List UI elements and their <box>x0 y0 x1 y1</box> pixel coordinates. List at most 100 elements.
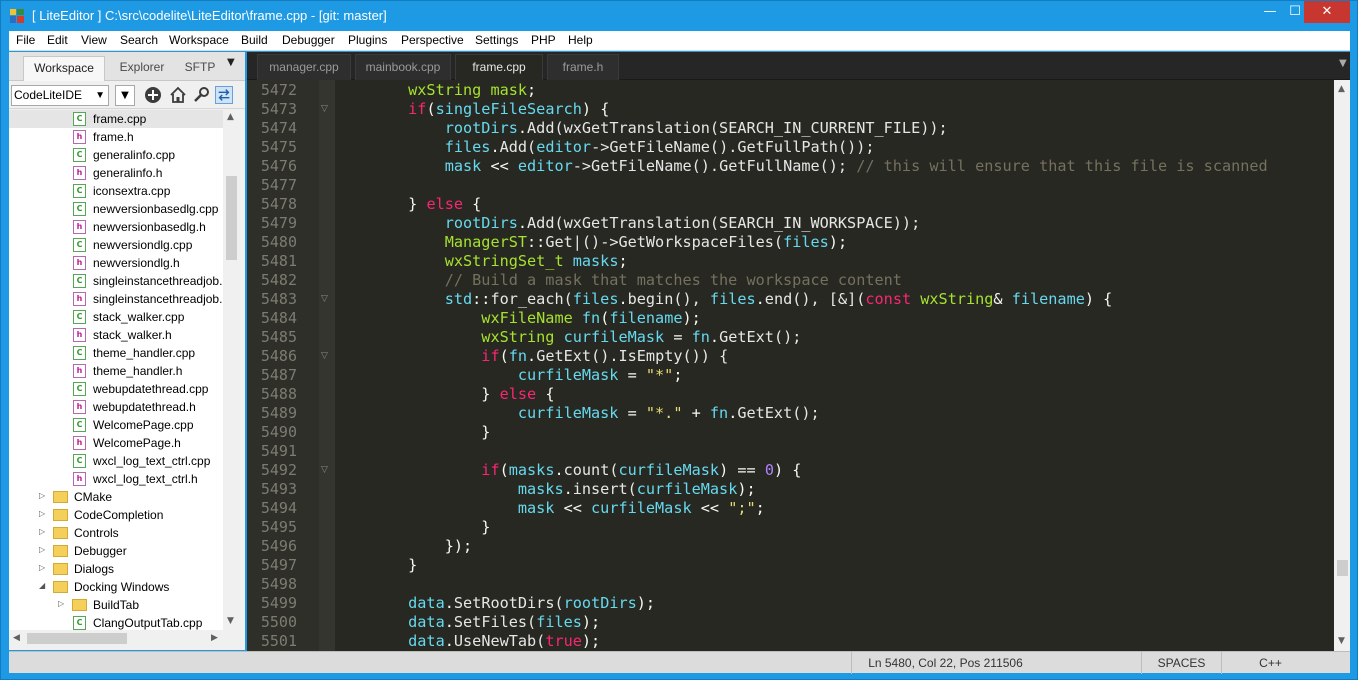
tree-file[interactable]: CClangOutputTab.cpp <box>9 614 223 630</box>
scroll-up-icon[interactable]: ▲ <box>1338 84 1345 94</box>
tree-file[interactable]: Cnewversionbasedlg.cpp <box>9 200 223 218</box>
menu-debugger[interactable]: Debugger <box>282 33 335 47</box>
workspace-menu-dropdown[interactable]: ▼ <box>115 85 135 106</box>
tree-vertical-scrollbar[interactable]: ▲ ▼ <box>223 110 240 630</box>
scroll-left-icon[interactable]: ◀ <box>13 633 20 643</box>
tree-file[interactable]: hsingleinstancethreadjob. <box>9 290 223 308</box>
code-line[interactable]: if(fn.GetExt().IsEmpty()) { <box>335 347 728 365</box>
menu-search[interactable]: Search <box>120 33 158 47</box>
code-line[interactable]: } else { <box>335 195 481 213</box>
chevron-down-icon[interactable]: ▼ <box>1339 58 1347 69</box>
tree-file[interactable]: CWelcomePage.cpp <box>9 416 223 434</box>
tree-file[interactable]: Ctheme_handler.cpp <box>9 344 223 362</box>
code-line[interactable]: data.UseNewTab(true); <box>335 632 600 650</box>
code-line[interactable]: if(masks.count(curfileMask) == 0) { <box>335 461 801 479</box>
add-circle-icon[interactable] <box>144 86 162 104</box>
tree-file[interactable]: Cframe.cpp <box>9 110 223 128</box>
code-line[interactable]: } <box>335 518 490 536</box>
code-line[interactable]: curfileMask = "*"; <box>335 366 682 384</box>
code-line[interactable]: std::for_each(files.begin(), files.end()… <box>335 290 1112 308</box>
tree-folder[interactable]: ◢Docking Windows <box>9 578 223 596</box>
chevron-down-icon[interactable]: ▼ <box>227 57 235 68</box>
status-indent-mode[interactable]: SPACES <box>1141 652 1221 674</box>
tree-file[interactable]: htheme_handler.h <box>9 362 223 380</box>
tree-folder[interactable]: ▷Controls <box>9 524 223 542</box>
tree-file[interactable]: hgeneralinfo.h <box>9 164 223 182</box>
workspace-tree[interactable]: Cframe.cpphframe.hCgeneralinfo.cpphgener… <box>9 110 223 630</box>
menu-perspective[interactable]: Perspective <box>401 33 464 47</box>
wrench-icon[interactable] <box>192 86 210 104</box>
code-editor[interactable]: wxString mask; if(singleFileSearch) { ro… <box>335 80 1334 651</box>
tab-frame-h[interactable]: frame.h <box>547 54 619 80</box>
code-line[interactable]: rootDirs.Add(wxGetTranslation(SEARCH_IN_… <box>335 214 920 232</box>
scroll-up-icon[interactable]: ▲ <box>227 112 234 122</box>
tree-file[interactable]: Cstack_walker.cpp <box>9 308 223 326</box>
collapsed-arrow-icon[interactable]: ▷ <box>39 563 45 572</box>
tree-file[interactable]: hWelcomePage.h <box>9 434 223 452</box>
editor-vertical-scrollbar[interactable]: ▲ ▼ <box>1334 80 1350 651</box>
tab-frame-cpp[interactable]: frame.cpp <box>455 54 543 80</box>
tree-file[interactable]: Cgeneralinfo.cpp <box>9 146 223 164</box>
tab-explorer[interactable]: Explorer <box>109 56 175 81</box>
workspace-project-select[interactable]: CodeLiteIDE ▼ <box>11 85 109 106</box>
tree-folder[interactable]: ▷Debugger <box>9 542 223 560</box>
tree-hscroll-thumb[interactable] <box>27 633 127 644</box>
menu-plugins[interactable]: Plugins <box>348 33 387 47</box>
menu-help[interactable]: Help <box>568 33 593 47</box>
tree-file[interactable]: hwebupdatethread.h <box>9 398 223 416</box>
tree-scroll-thumb[interactable] <box>226 176 237 260</box>
scroll-right-icon[interactable]: ▶ <box>211 633 218 643</box>
tree-file[interactable]: hwxcl_log_text_ctrl.h <box>9 470 223 488</box>
tree-horizontal-scrollbar[interactable]: ◀ ▶ <box>9 630 223 647</box>
menu-php[interactable]: PHP <box>531 33 556 47</box>
collapsed-arrow-icon[interactable]: ▷ <box>39 545 45 554</box>
tree-folder[interactable]: ▷CodeCompletion <box>9 506 223 524</box>
code-line[interactable]: data.SetRootDirs(rootDirs); <box>335 594 655 612</box>
code-line[interactable]: // Build a mask that matches the workspa… <box>335 271 902 289</box>
scroll-down-icon[interactable]: ▼ <box>1338 636 1345 646</box>
collapsed-arrow-icon[interactable]: ▷ <box>39 509 45 518</box>
tree-folder[interactable]: ▷Dialogs <box>9 560 223 578</box>
code-line[interactable]: wxStringSet_t masks; <box>335 252 628 270</box>
menu-workspace[interactable]: Workspace <box>169 33 229 47</box>
tree-folder[interactable]: ▷BuildTab <box>9 596 223 614</box>
code-line[interactable]: mask << editor->GetFileName().GetFullNam… <box>335 157 1268 175</box>
menu-view[interactable]: View <box>81 33 107 47</box>
editor-scroll-thumb[interactable] <box>1337 560 1348 576</box>
menu-build[interactable]: Build <box>241 33 268 47</box>
code-line[interactable]: data.SetFiles(files); <box>335 613 600 631</box>
fold-marker-icon[interactable]: ▽ <box>321 351 328 361</box>
menu-edit[interactable]: Edit <box>47 33 68 47</box>
code-line[interactable]: curfileMask = "*." + fn.GetExt(); <box>335 404 820 422</box>
tree-folder[interactable]: ▷CMake <box>9 488 223 506</box>
tree-file[interactable]: hstack_walker.h <box>9 326 223 344</box>
tree-file[interactable]: Csingleinstancethreadjob. <box>9 272 223 290</box>
close-button[interactable]: ✕ <box>1304 1 1350 23</box>
collapsed-arrow-icon[interactable]: ▷ <box>39 491 45 500</box>
tab-workspace[interactable]: Workspace <box>23 56 105 81</box>
tree-file[interactable]: Cnewversiondlg.cpp <box>9 236 223 254</box>
fold-marker-icon[interactable]: ▽ <box>321 294 328 304</box>
tree-file[interactable]: hframe.h <box>9 128 223 146</box>
code-line[interactable]: rootDirs.Add(wxGetTranslation(SEARCH_IN_… <box>335 119 948 137</box>
code-line[interactable]: mask << curfileMask << ";"; <box>335 499 765 517</box>
title-bar[interactable]: [ LiteEditor ] C:\src\codelite\LiteEdito… <box>1 1 1357 31</box>
tree-file[interactable]: Cwebupdatethread.cpp <box>9 380 223 398</box>
code-line[interactable]: masks.insert(curfileMask); <box>335 480 756 498</box>
tree-file[interactable]: hnewversionbasedlg.h <box>9 218 223 236</box>
collapsed-arrow-icon[interactable]: ▷ <box>39 527 45 536</box>
link-editor-icon[interactable] <box>215 86 233 104</box>
tab-mainbook-cpp[interactable]: mainbook.cpp <box>355 54 451 80</box>
fold-marker-icon[interactable]: ▽ <box>321 465 328 475</box>
menu-settings[interactable]: Settings <box>475 33 518 47</box>
fold-margin[interactable]: ▽▽▽▽ <box>319 80 335 651</box>
tree-file[interactable]: Ciconsextra.cpp <box>9 182 223 200</box>
tree-file[interactable]: hnewversiondlg.h <box>9 254 223 272</box>
code-line[interactable]: wxString mask; <box>335 81 536 99</box>
code-line[interactable]: files.Add(editor->GetFileName().GetFullP… <box>335 138 875 156</box>
expanded-arrow-icon[interactable]: ◢ <box>39 581 45 590</box>
code-line[interactable]: } else { <box>335 385 554 403</box>
tree-file[interactable]: Cwxcl_log_text_ctrl.cpp <box>9 452 223 470</box>
status-language[interactable]: C++ <box>1221 652 1319 674</box>
code-line[interactable]: } <box>335 423 490 441</box>
